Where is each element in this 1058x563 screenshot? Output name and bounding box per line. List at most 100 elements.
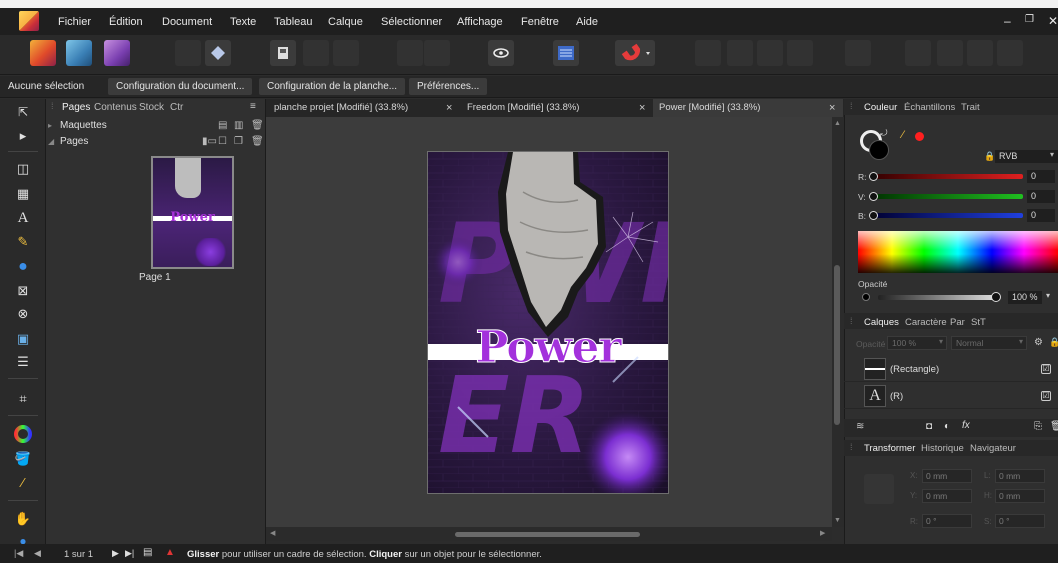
green-value[interactable]: 0: [1027, 190, 1055, 203]
view-mode-icon[interactable]: [270, 40, 296, 66]
w-field[interactable]: 0 mm: [995, 469, 1045, 483]
pen-tool-icon[interactable]: ✎: [14, 233, 32, 251]
text-frame-icon[interactable]: [553, 40, 579, 66]
tab-echantillons[interactable]: Échantillons: [904, 102, 955, 113]
insert-icon[interactable]: [695, 40, 721, 66]
menu-edition[interactable]: Édition: [109, 16, 143, 28]
artistic-text-tool-icon[interactable]: A: [14, 209, 32, 227]
duplicate-page-icon[interactable]: ❐: [234, 136, 243, 147]
artboard-title[interactable]: Power: [428, 322, 668, 374]
move-tool-icon[interactable]: ⇱: [14, 103, 32, 121]
menu-selectionner[interactable]: Sélectionner: [381, 16, 442, 28]
pages-layout-icon[interactable]: ▮▭: [202, 136, 217, 147]
expand-maquettes-icon[interactable]: ▸: [48, 121, 52, 130]
fill-swatch[interactable]: [869, 140, 889, 160]
boolean-icon[interactable]: [787, 40, 813, 66]
backward-icon[interactable]: [937, 40, 963, 66]
previous-page-icon[interactable]: ◀: [34, 548, 41, 559]
layer-opacity-select[interactable]: 100 % ▾: [887, 336, 947, 350]
menu-fenetre[interactable]: Fenêtre: [521, 16, 559, 28]
page-thumbnail[interactable]: Power: [151, 156, 234, 269]
color-model-select[interactable]: RVB ▾: [995, 150, 1058, 163]
panel-grip-icon[interactable]: ⁞: [850, 316, 853, 326]
align-icon[interactable]: [424, 40, 450, 66]
scroll-down-icon[interactable]: ▼: [834, 517, 841, 524]
warning-icon[interactable]: ▲: [165, 547, 175, 558]
preview-icon[interactable]: [303, 40, 329, 66]
tab-transformer[interactable]: Transformer: [864, 443, 915, 454]
first-page-icon[interactable]: |◀: [14, 548, 23, 559]
fill-tool-icon[interactable]: 🪣: [14, 450, 32, 468]
green-slider[interactable]: [873, 194, 1023, 199]
minimize-icon[interactable]: –: [1004, 14, 1011, 28]
group-icon[interactable]: [727, 40, 753, 66]
next-page-icon[interactable]: ▶: [112, 548, 119, 559]
lock-icon[interactable]: 🔒: [984, 151, 995, 162]
table-tool-icon[interactable]: ▦: [14, 185, 32, 203]
tab-doc-planche[interactable]: planche projet [Modifié] (33.8%): [268, 99, 458, 117]
vertical-scroll-thumb[interactable]: [834, 265, 840, 425]
layers-stack-icon[interactable]: ≋: [856, 421, 864, 432]
close-window-icon[interactable]: ✕: [1048, 14, 1058, 28]
opacity-value[interactable]: 100 %: [1008, 291, 1042, 304]
close-tab-icon[interactable]: ×: [639, 102, 645, 114]
layer-name[interactable]: (R): [890, 391, 903, 402]
red-value[interactable]: 0: [1027, 170, 1055, 183]
layer-name[interactable]: (Rectangle): [890, 364, 939, 375]
document-setup-button[interactable]: Configuration du document...: [108, 78, 253, 95]
gear-icon[interactable]: ⚙: [1034, 337, 1043, 348]
menu-document[interactable]: Document: [162, 16, 212, 28]
last-page-icon[interactable]: ▶|: [125, 548, 134, 559]
scroll-up-icon[interactable]: ▲: [834, 120, 841, 127]
affinity-store-icon[interactable]: [205, 40, 231, 66]
ungroup-icon[interactable]: [757, 40, 783, 66]
panel-menu-icon[interactable]: ≡: [250, 101, 256, 112]
picture-frame-tool-icon[interactable]: ⊠: [14, 282, 32, 300]
tab-calques[interactable]: Calques: [864, 317, 899, 328]
text-frame-tool-icon[interactable]: ◫: [14, 160, 32, 178]
spread-icon[interactable]: [333, 40, 359, 66]
mask-icon[interactable]: ◘: [926, 421, 932, 432]
tab-doc-freedom[interactable]: Freedom [Modifié] (33.8%): [461, 99, 651, 117]
blue-value[interactable]: 0: [1027, 209, 1055, 222]
node-tool-icon[interactable]: ▸: [14, 127, 32, 145]
green-slider-knob[interactable]: [869, 192, 878, 201]
tab-contenus[interactable]: Contenus: [94, 102, 137, 113]
hand-tool-icon[interactable]: ✋: [14, 510, 32, 528]
place-image-tool-icon[interactable]: ▣: [14, 330, 32, 348]
red-slider[interactable]: [873, 174, 1023, 179]
snapping-magnet-icon[interactable]: [615, 40, 655, 66]
eye-preview-icon[interactable]: [488, 40, 514, 66]
page-list-icon[interactable]: ▤: [143, 547, 152, 558]
menu-aide[interactable]: Aide: [576, 16, 598, 28]
color-picker-wheel-icon[interactable]: [14, 425, 32, 443]
designer-persona-icon[interactable]: [66, 40, 92, 66]
tab-stt[interactable]: StT: [971, 317, 986, 328]
blue-slider[interactable]: [873, 213, 1023, 218]
tab-historique[interactable]: Historique: [921, 443, 964, 454]
fx-icon[interactable]: fx: [962, 420, 970, 431]
menu-fichier[interactable]: Fichier: [58, 16, 91, 28]
blend-mode-select[interactable]: Normal ▾: [951, 336, 1027, 350]
transform-icon[interactable]: [845, 40, 871, 66]
add-master-icon[interactable]: ▤: [218, 120, 227, 131]
tab-stock[interactable]: Stock: [139, 102, 164, 113]
red-slider-knob[interactable]: [869, 172, 878, 181]
delete-page-icon[interactable]: 🗑: [251, 136, 264, 147]
close-tab-icon[interactable]: ×: [446, 102, 452, 114]
blue-slider-knob[interactable]: [869, 211, 878, 220]
chevron-down-icon[interactable]: ▾: [1046, 291, 1050, 300]
close-tab-icon[interactable]: ×: [829, 102, 835, 114]
menu-texte[interactable]: Texte: [230, 16, 256, 28]
rotation-field[interactable]: 0 °: [922, 514, 972, 528]
tab-pages[interactable]: Pages: [62, 102, 90, 113]
shape-tool-icon[interactable]: ●: [14, 258, 32, 276]
menu-affichage[interactable]: Affichage: [457, 16, 503, 28]
color-picker-icon[interactable]: ⁄: [902, 129, 904, 141]
add-page-icon[interactable]: ☐: [218, 136, 227, 147]
tab-ctr[interactable]: Ctr: [170, 102, 183, 113]
opacity-slider[interactable]: [878, 295, 995, 300]
layer-visibility-checkbox[interactable]: ☑: [1041, 364, 1051, 374]
photo-persona-icon[interactable]: [104, 40, 130, 66]
spread-setup-button[interactable]: Configuration de la planche...: [259, 78, 406, 95]
